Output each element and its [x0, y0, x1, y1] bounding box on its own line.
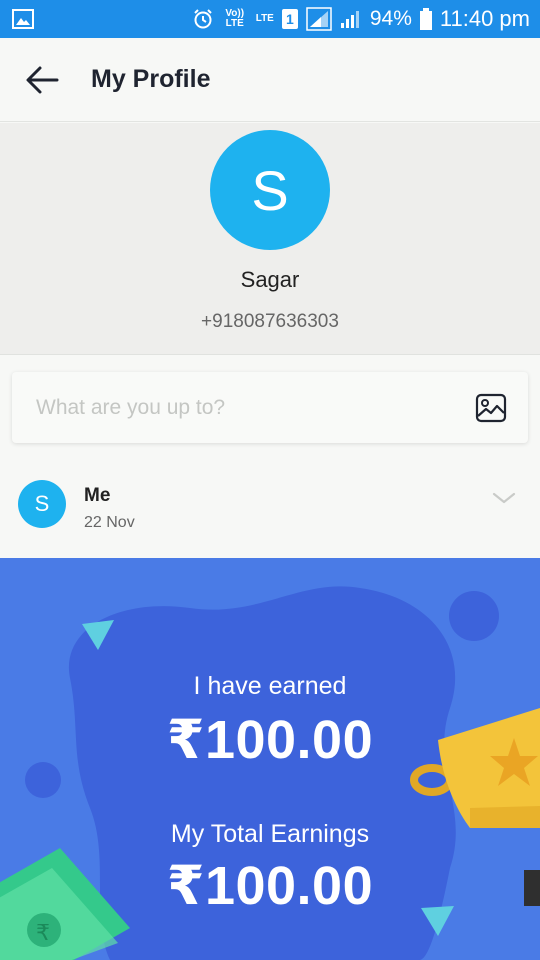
- back-button[interactable]: [22, 60, 62, 100]
- total-earnings-amount: ₹100.00: [166, 856, 374, 916]
- post-avatar: S: [18, 480, 66, 528]
- battery-icon: [419, 8, 432, 30]
- clock-time: 11:40 pm: [439, 6, 530, 31]
- profile-avatar[interactable]: S: [210, 130, 330, 250]
- chevron-down-icon: [492, 492, 516, 504]
- earned-amount: ₹100.00: [166, 710, 374, 770]
- battery-percentage: 94%: [369, 7, 412, 30]
- volte-indicator: Vo)) LTE: [225, 8, 245, 29]
- status-input[interactable]: [36, 392, 436, 424]
- add-image-button[interactable]: [474, 391, 508, 425]
- profile-phone: +918087636303: [201, 311, 339, 332]
- total-earnings-label: My Total Earnings: [170, 820, 370, 848]
- image-icon: [475, 393, 507, 423]
- lte-indicator: LTE: [255, 13, 274, 24]
- alarm-icon: [192, 8, 214, 30]
- earnings-card[interactable]: ₹ I have earned ₹100.00 My Total Earning…: [0, 558, 540, 960]
- expand-post-button[interactable]: [490, 488, 518, 508]
- signal-strength-icon: [306, 7, 332, 31]
- profile-header: S Sagar +918087636303: [0, 123, 540, 355]
- profile-name: Sagar: [240, 267, 300, 292]
- decor-circle-right: [449, 591, 499, 641]
- status-composer[interactable]: [12, 372, 528, 443]
- status-bar: Vo)) LTE LTE 1 94% 11:40 pm: [0, 0, 540, 38]
- back-arrow-icon: [26, 66, 59, 94]
- gallery-notification-icon: [12, 9, 34, 34]
- post-item[interactable]: S Me 22 Nov: [0, 460, 540, 556]
- page-title: My Profile: [91, 65, 211, 93]
- svg-text:₹: ₹: [36, 921, 50, 946]
- earned-label: I have earned: [193, 672, 347, 700]
- signal-strength-icon-2: [340, 9, 362, 29]
- post-author: Me: [84, 485, 111, 506]
- app-bar: My Profile: [0, 38, 540, 122]
- sim-slot-icon: 1: [281, 9, 298, 29]
- post-date: 22 Nov: [84, 514, 135, 531]
